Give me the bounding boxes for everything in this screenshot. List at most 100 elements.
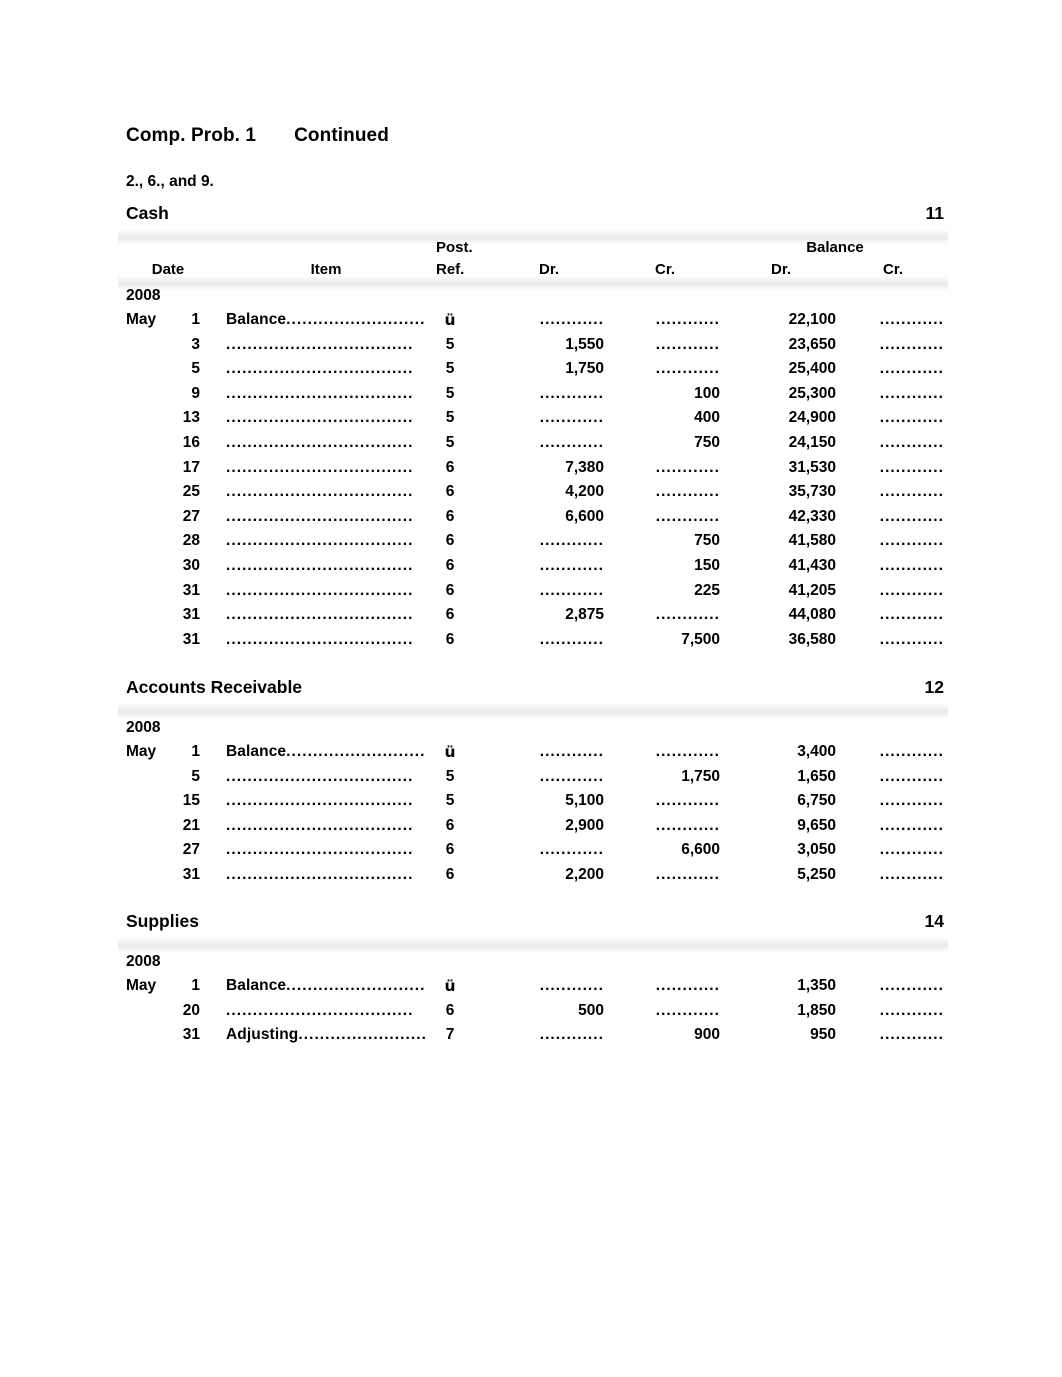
- dotted-leader-icon: ...................................: [226, 841, 414, 859]
- posting-ref: 5: [445, 335, 455, 353]
- posting-ref: 6: [445, 507, 455, 525]
- ledger-credit-empty: ............: [655, 816, 720, 834]
- item-leader: ...................................: [226, 483, 426, 501]
- ledger-item-cell: ...................................: [226, 434, 426, 452]
- table-row: 31 Adjusting.............................…: [126, 1026, 944, 1051]
- ledger-debit: 1,550: [565, 335, 604, 353]
- ledger-balance-credit-empty: ............: [879, 360, 944, 378]
- table-row: 25................................... 6 4,…: [126, 483, 944, 508]
- ledger-balance-credit-empty: ............: [879, 977, 944, 994]
- posting-ref: 6: [445, 581, 455, 599]
- ledger-day: 5: [191, 767, 200, 785]
- table-row: 5................................... 5...…: [126, 768, 944, 793]
- item-leader: ...................................: [226, 360, 426, 378]
- ledger-debit: 6,600: [565, 507, 604, 525]
- ledger-balance-debit: 41,205: [788, 581, 836, 599]
- ledger-debit: 1,750: [565, 360, 604, 378]
- dotted-leader-icon: ...................................: [226, 483, 414, 501]
- ledger-balance-credit-empty: ............: [879, 866, 944, 883]
- item-label: Balance: [226, 977, 287, 994]
- ledger-day: 31: [182, 1026, 200, 1044]
- ledger-credit: 750: [694, 532, 720, 550]
- item-label: Balance: [226, 743, 287, 760]
- dotted-leader-icon: ...................................: [286, 977, 426, 994]
- posting-ref: 6: [445, 866, 455, 883]
- column-header-dr: Dr.: [538, 261, 559, 278]
- column-header-ref: Ref.: [436, 261, 465, 278]
- ledger-debit-empty: ............: [539, 743, 604, 760]
- ledger-balance-debit: 3,050: [797, 841, 836, 859]
- item-leader: Balance.................................…: [226, 311, 426, 329]
- ledger-balance-debit: 950: [810, 1026, 836, 1044]
- item-leader: ...................................: [226, 768, 426, 786]
- account-header: Cash 11: [126, 203, 944, 233]
- ledger-day: 9: [191, 384, 200, 402]
- ledger-balance-credit-empty: ............: [879, 458, 944, 476]
- ledger-day: 31: [182, 630, 200, 648]
- section-subtitle: 2., 6., and 9.: [126, 173, 214, 190]
- page-title-main: Comp. Prob. 1: [126, 125, 257, 146]
- ledger-balance-credit-empty: ............: [879, 1001, 944, 1019]
- ledger-item-cell: ...................................: [226, 557, 426, 575]
- posting-ref: 5: [445, 360, 455, 378]
- ledger-account-3: Supplies 14 2008 May 1 Balance...............…: [0, 911, 1062, 1043]
- ledger-balance-debit: 1,650: [797, 767, 836, 785]
- dotted-leader-icon: ...................................: [226, 507, 414, 525]
- table-row: May 1 Balance.............................…: [126, 311, 944, 336]
- ledger-credit: 750: [694, 434, 720, 451]
- column-header-balance-cr: Cr.: [882, 261, 903, 278]
- ledger-credit-empty: ............: [655, 311, 720, 328]
- ledger-balance-debit: 42,330: [788, 507, 836, 525]
- ledger-month: May: [126, 743, 157, 760]
- ledger-balance-credit-empty: ............: [879, 483, 944, 501]
- item-leader: ...................................: [226, 459, 426, 477]
- ledger-item-cell: ...................................: [226, 1002, 426, 1020]
- ledger-credit: 225: [694, 581, 720, 599]
- item-label: Balance: [226, 311, 287, 328]
- ledger-credit-empty: ............: [655, 743, 720, 760]
- item-leader: ...................................: [226, 631, 426, 649]
- document-page: Comp. Prob. 1 Continued 2., 6., and 9. Ca…: [0, 0, 1062, 1377]
- ledger-balance-credit-empty: ............: [879, 311, 944, 328]
- item-leader: ...................................: [226, 385, 426, 403]
- ledger-credit-empty: ............: [655, 792, 720, 810]
- dotted-leader-icon: ...................................: [226, 434, 414, 451]
- table-row: 30................................... 6..…: [126, 557, 944, 582]
- posting-ref: 5: [445, 409, 455, 427]
- table-row: 17................................... 6 7,…: [126, 459, 944, 484]
- ledger-credit-empty: ............: [655, 458, 720, 476]
- table-row: 31................................... 6 2,…: [126, 866, 944, 891]
- posting-check-icon: ü: [444, 311, 456, 329]
- ledger-balance-debit: 41,430: [788, 557, 836, 574]
- ledger-rows: 2008 May 1 Balance.........................…: [126, 719, 944, 895]
- account-number: 12: [924, 677, 944, 697]
- table-row: 16................................... 5..…: [126, 434, 944, 459]
- ledger-credit: 7,500: [681, 630, 720, 648]
- ledger-account-1: Cash 11 Post. Balance Date Item Ref. Dr. Cr. Dr. C…: [0, 203, 1062, 648]
- ledger-credit-empty: ............: [655, 335, 720, 353]
- ledger-balance-debit: 1,850: [797, 1001, 836, 1019]
- ledger-balance-debit: 5,250: [797, 866, 836, 883]
- ledger-debit: 2,200: [565, 866, 604, 883]
- ledger-balance-debit: 25,400: [788, 360, 836, 378]
- ledger-credit: 400: [694, 409, 720, 427]
- dotted-leader-icon: ...................................: [226, 409, 414, 427]
- ledger-balance-credit-empty: ............: [879, 841, 944, 859]
- ledger-item-cell: ...................................: [226, 606, 426, 624]
- ledger-balance-credit-empty: ............: [879, 434, 944, 451]
- column-header-item: Item: [310, 261, 342, 278]
- ledger-day: 3: [191, 335, 200, 353]
- ledger-balance-credit-empty: ............: [879, 606, 944, 624]
- ledger-debit-empty: ............: [539, 977, 604, 994]
- table-row: 27................................... 6..…: [126, 841, 944, 866]
- dotted-leader-icon: ...................................: [226, 532, 414, 550]
- dotted-leader-icon: ...................................: [226, 1001, 414, 1019]
- dotted-leader-icon: ...................................: [226, 866, 414, 883]
- ledger-debit: 2,900: [565, 816, 604, 834]
- ledger-balance-debit: 23,650: [788, 335, 836, 353]
- posting-ref: 6: [445, 841, 455, 859]
- ledger-debit: 4,200: [565, 483, 604, 501]
- ledger-balance-credit-empty: ............: [879, 767, 944, 785]
- ledger-debit: 7,380: [565, 458, 604, 476]
- ledger-day: 1: [191, 743, 200, 760]
